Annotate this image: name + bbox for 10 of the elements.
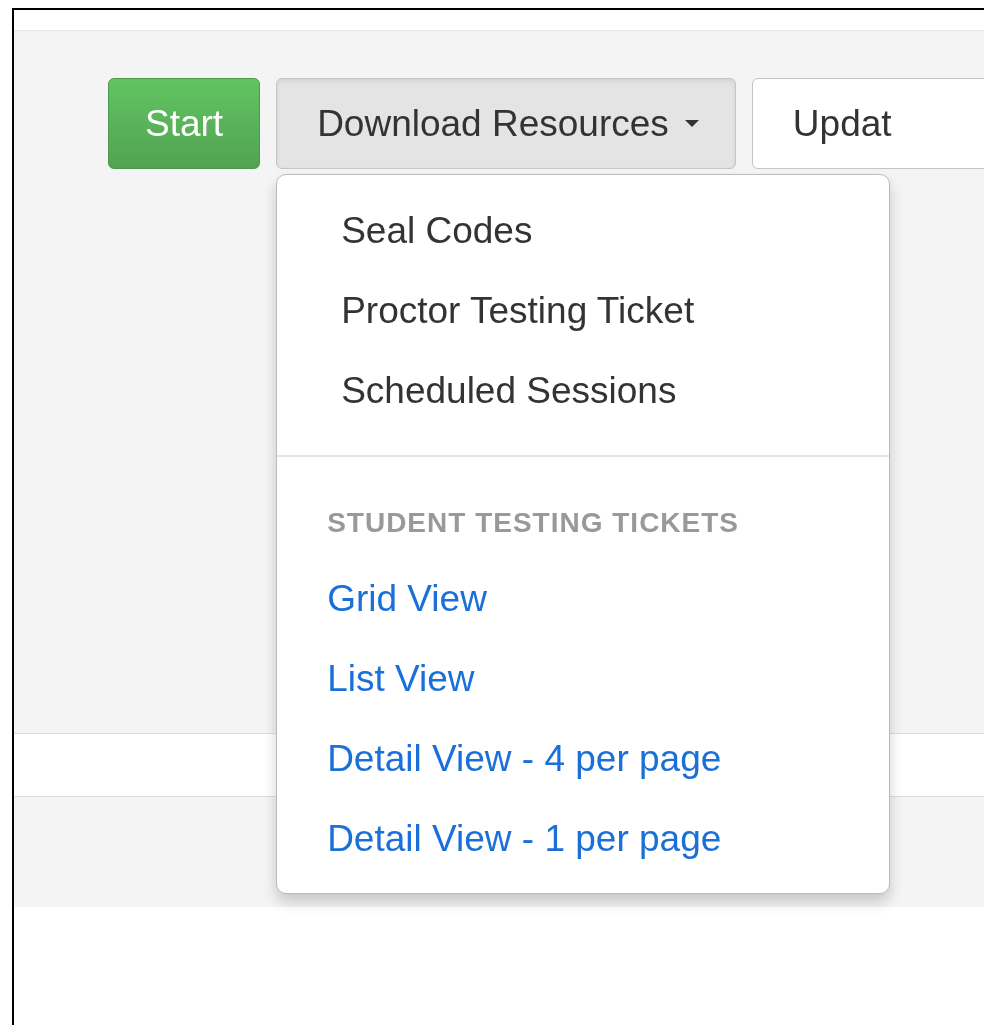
menu-item[interactable]: Proctor Testing Ticket	[277, 271, 890, 351]
menu-link[interactable]: List View	[277, 639, 890, 719]
menu-item[interactable]: Scheduled Sessions	[277, 351, 890, 431]
update-button[interactable]: Updat	[751, 78, 984, 169]
menu-header: STUDENT TESTING TICKETS	[326, 506, 741, 540]
caret-icon	[684, 119, 699, 128]
menu-item[interactable]: Seal Codes	[277, 191, 890, 271]
menu-link[interactable]: Grid View	[277, 559, 890, 639]
download-dropdown-button[interactable]: Download Resources	[276, 78, 736, 169]
menu-link[interactable]: Detail View - 4 per page	[277, 719, 890, 799]
